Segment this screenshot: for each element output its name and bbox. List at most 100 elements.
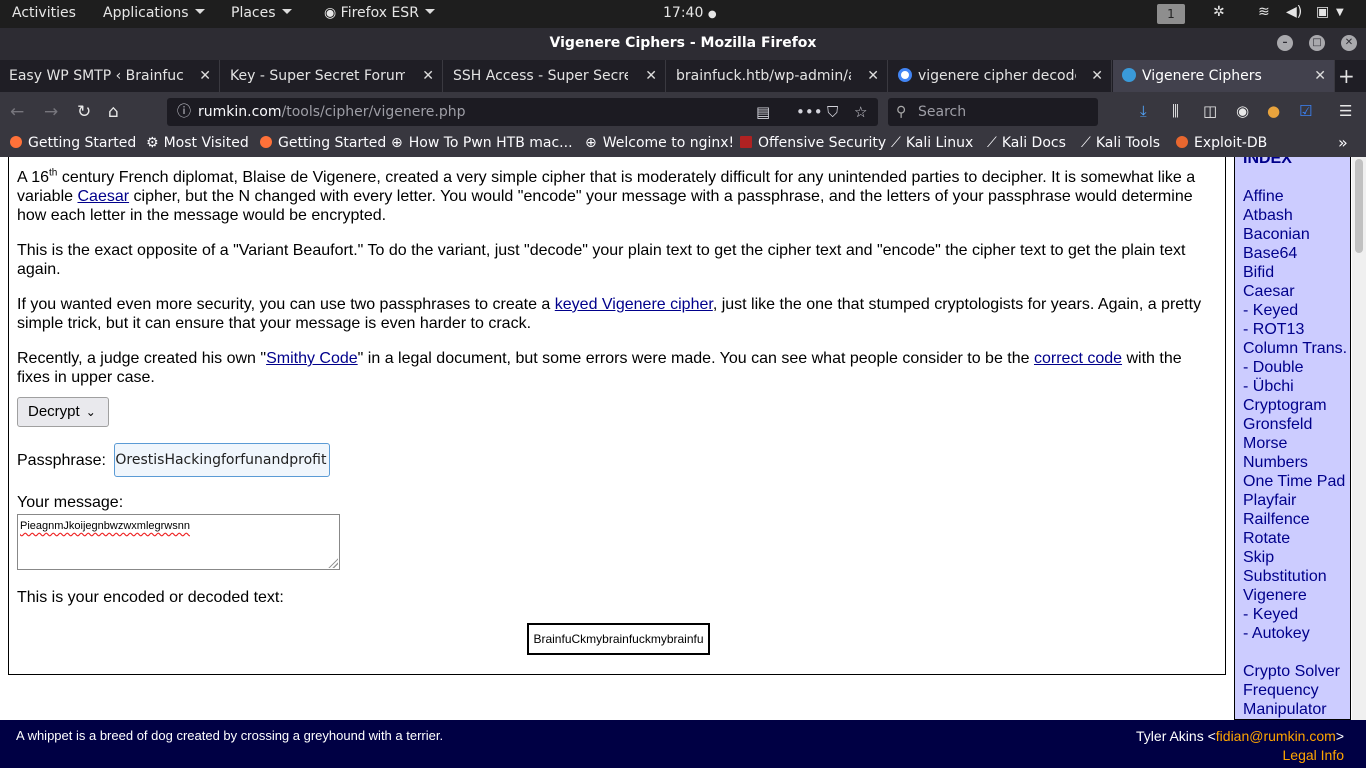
bookmark-getting-started[interactable]: Getting Started [10, 135, 136, 151]
scrollbar-thumb[interactable] [1355, 159, 1363, 253]
legal-info-link[interactable]: Legal Info [1283, 747, 1345, 763]
system-menu-chevron-icon[interactable]: ▼ [1336, 7, 1344, 18]
index-link[interactable]: Baconian [1243, 225, 1350, 244]
bookmark-kali-linux[interactable]: ⟋ Kali Linux [891, 135, 973, 151]
index-link[interactable]: Affine [1243, 187, 1350, 206]
firefox-app-label: Firefox ESR [340, 5, 419, 21]
bookmark-exploit-db[interactable]: Exploit-DB [1176, 135, 1267, 151]
close-window-button[interactable]: ✕ [1341, 35, 1357, 51]
index-link[interactable]: Bifid [1243, 263, 1350, 282]
correct-code-link[interactable]: correct code [1034, 350, 1122, 367]
bookmark-star-icon[interactable]: ☆ [854, 98, 867, 126]
new-tab-button[interactable]: + [1338, 64, 1355, 88]
author-email-link[interactable]: fidian@rumkin.com [1216, 728, 1336, 744]
tab-ssh-access[interactable]: SSH Access - Super Secret F ✕ [444, 60, 666, 92]
minimize-button[interactable]: – [1277, 35, 1293, 51]
index-link[interactable]: Skip [1243, 548, 1350, 567]
tab-label: brainfuck.htb/wp-admin/ad [676, 68, 851, 84]
search-input[interactable]: ⚲ Search [888, 98, 1098, 126]
firefox-app-menu[interactable]: ◉ Firefox ESR [324, 5, 435, 21]
index-link[interactable]: - Keyed [1243, 605, 1350, 624]
apps-grid-icon[interactable]: ✲ [1213, 4, 1225, 20]
bookmark-kali-tools[interactable]: ⟋ Kali Tools [1081, 135, 1160, 151]
activities-button[interactable]: Activities [12, 5, 76, 21]
site-info-icon[interactable]: ⓘ [177, 98, 191, 126]
tab-easy-wp-smtp[interactable]: Easy WP SMTP ‹ Brainfuck ‹ ✕ [0, 60, 220, 92]
bookmark-getting-started-2[interactable]: Getting Started [260, 135, 386, 151]
bookmark-htb[interactable]: ⊕ How To Pwn HTB mac... [391, 135, 573, 151]
page-scrollbar[interactable] [1352, 157, 1366, 720]
battery-icon[interactable]: ▣ [1316, 4, 1329, 20]
google-icon [898, 68, 912, 82]
workspace-indicator[interactable]: 1 [1157, 4, 1185, 24]
places-menu[interactable]: Places [231, 5, 292, 21]
index-link[interactable]: - Double [1243, 358, 1350, 377]
index-link[interactable]: Substitution [1243, 567, 1350, 586]
page-actions-icon[interactable]: ••• [796, 98, 823, 126]
hamburger-menu-icon[interactable]: ☰ [1339, 102, 1352, 120]
reload-button[interactable]: ↻ [77, 102, 91, 122]
applications-menu[interactable]: Applications [103, 5, 205, 21]
index-link[interactable]: Crypto Solver [1243, 662, 1350, 681]
index-link[interactable]: Caesar [1243, 282, 1350, 301]
downloads-icon[interactable]: ⤓ [1140, 102, 1147, 120]
bookmark-most-visited[interactable]: ⚙ Most Visited [146, 135, 249, 151]
index-link[interactable]: - Autokey [1243, 624, 1350, 643]
pocket-icon[interactable]: ⛉ [827, 98, 838, 126]
forward-button[interactable]: → [44, 102, 58, 122]
cookie-extension-icon[interactable]: ● [1267, 102, 1280, 120]
index-link[interactable]: - ROT13 [1243, 320, 1350, 339]
account-icon[interactable]: ◉ [1236, 102, 1249, 120]
tab-wp-admin[interactable]: brainfuck.htb/wp-admin/ad ✕ [667, 60, 888, 92]
library-icon[interactable]: ⫼ [1172, 102, 1179, 120]
back-button[interactable]: ← [10, 102, 24, 122]
close-tab-icon[interactable]: ✕ [867, 60, 879, 92]
index-link[interactable]: Numbers [1243, 453, 1350, 472]
home-button[interactable]: ⌂ [108, 102, 119, 122]
wifi-icon[interactable]: ≋ [1258, 4, 1270, 20]
index-link[interactable]: Railfence [1243, 510, 1350, 529]
index-link[interactable]: Column Trans. [1243, 339, 1350, 358]
mode-select[interactable]: Decrypt ⌄ [17, 397, 109, 427]
close-tab-icon[interactable]: ✕ [1091, 60, 1103, 92]
index-link[interactable]: Morse [1243, 434, 1350, 453]
passphrase-input[interactable]: OrestisHackingforfunandprofit [114, 443, 331, 477]
index-link[interactable]: Rotate [1243, 529, 1350, 548]
smithy-code-link[interactable]: Smithy Code [266, 350, 358, 367]
tab-key-forum[interactable]: Key - Super Secret Forum ✕ [221, 60, 443, 92]
bookmarks-overflow-icon[interactable]: » [1338, 133, 1348, 152]
clock[interactable]: 17:40 ● [663, 5, 717, 21]
close-tab-icon[interactable]: ✕ [1314, 60, 1326, 92]
maximize-button[interactable]: □ [1309, 35, 1325, 51]
index-link[interactable]: Playfair [1243, 491, 1350, 510]
bookmark-label: Getting Started [278, 135, 387, 151]
index-link[interactable]: Base64 [1243, 244, 1350, 263]
reader-view-icon[interactable]: ▤ [756, 98, 770, 126]
close-tab-icon[interactable]: ✕ [199, 60, 211, 92]
close-tab-icon[interactable]: ✕ [422, 60, 434, 92]
volume-icon[interactable]: ◀) [1286, 4, 1302, 20]
message-textarea[interactable]: PieagnmJkoijegnbwzwxmlegrwsnn [17, 514, 340, 570]
url-bar[interactable]: ⓘ rumkin.com/tools/cipher/vigenere.php ▤… [167, 98, 878, 126]
tab-google-search[interactable]: vigenere cipher decoder ✕ [889, 60, 1112, 92]
caesar-link[interactable]: Caesar [77, 188, 129, 205]
sidebar-icon[interactable]: ◫ [1203, 102, 1217, 120]
index-link[interactable]: - Übchi [1243, 377, 1350, 396]
bookmark-kali-docs[interactable]: ⟋ Kali Docs [987, 135, 1066, 151]
index-link[interactable]: - Keyed [1243, 301, 1350, 320]
resize-handle-icon[interactable] [328, 558, 338, 568]
index-link[interactable]: Manipulator [1243, 700, 1350, 719]
index-link[interactable]: Atbash [1243, 206, 1350, 225]
index-link[interactable]: One Time Pad [1243, 472, 1350, 491]
index-link[interactable]: Cryptogram [1243, 396, 1350, 415]
extension-checkbox-icon[interactable]: ☑ [1299, 102, 1312, 120]
bookmark-offensive-security[interactable]: Offensive Security [740, 135, 886, 151]
index-link[interactable]: Frequency [1243, 681, 1350, 700]
tab-vigenere-ciphers[interactable]: Vigenere Ciphers ✕ [1113, 60, 1335, 92]
close-tab-icon[interactable]: ✕ [645, 60, 657, 92]
keyed-vigenere-link[interactable]: keyed Vigenere cipher [555, 296, 713, 313]
bookmark-nginx[interactable]: ⊕ Welcome to nginx! [585, 135, 734, 151]
firefox-icon [10, 136, 22, 148]
index-link[interactable]: Vigenere [1243, 586, 1350, 605]
index-link[interactable]: Gronsfeld [1243, 415, 1350, 434]
